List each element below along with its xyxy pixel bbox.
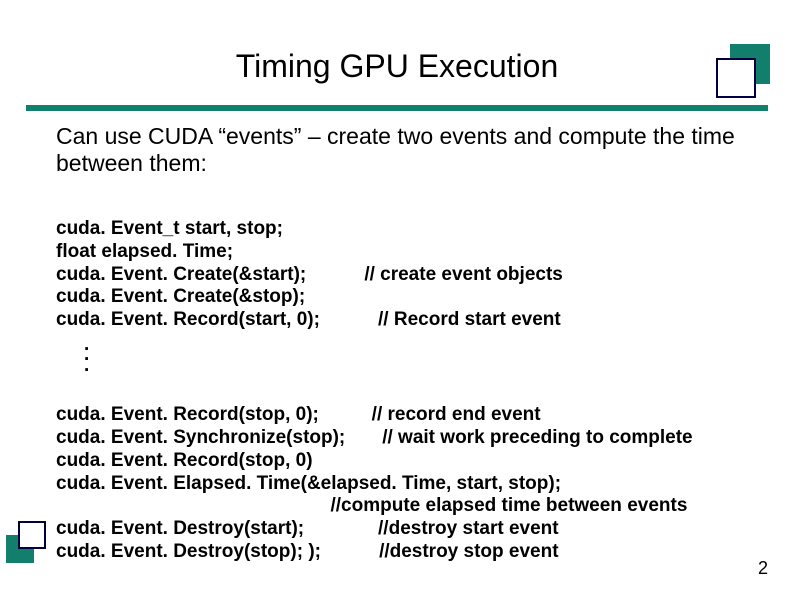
slide-title: Timing GPU Execution — [0, 0, 794, 105]
intro-text: Can use CUDA “events” – create two event… — [56, 123, 766, 177]
code-line: cuda. Event. Record(stop, 0) — [56, 450, 313, 471]
code-line: cuda. Event. Synchronize(stop); — [56, 427, 345, 448]
code-comment: //compute elapsed time between events — [331, 495, 688, 516]
code-line: cuda. Event. Elapsed. Time(&elapsed. Tim… — [56, 473, 561, 494]
vertical-ellipsis: ... — [56, 340, 766, 371]
code-line: cuda. Event. Create(&start); — [56, 264, 306, 285]
code-comment: //destroy stop event — [379, 541, 559, 562]
code-comment: // create event objects — [364, 264, 563, 285]
slide: Timing GPU Execution Can use CUDA “event… — [0, 0, 794, 595]
code-line: cuda. Event. Destroy(stop); ); — [56, 541, 321, 562]
code-line: cuda. Event. Record(stop, 0); — [56, 404, 319, 425]
code-line: cuda. Event. Destroy(start); — [56, 518, 304, 539]
code-block-2: cuda. Event. Record(stop, 0); // record … — [56, 381, 766, 563]
page-number: 2 — [758, 558, 768, 579]
slide-content: Can use CUDA “events” – create two event… — [0, 111, 794, 564]
code-comment: // Record start event — [373, 309, 561, 330]
code-line: cuda. Event. Record(start, 0); — [56, 309, 320, 330]
code-comment: // wait work preceding to complete — [382, 427, 692, 448]
code-line: cuda. Event_t start, stop; — [56, 218, 283, 239]
footer-decoration — [6, 521, 50, 565]
code-comment: // record end event — [372, 404, 541, 425]
title-corner-decoration — [716, 44, 770, 98]
code-line: float elapsed. Time; — [56, 241, 233, 262]
outline-square-icon — [716, 58, 756, 98]
code-block-1: cuda. Event_t start, stop; float elapsed… — [56, 195, 766, 332]
code-comment: //destroy start event — [378, 518, 559, 539]
outline-square-icon — [18, 521, 46, 549]
code-line: cuda. Event. Create(&stop); — [56, 286, 305, 307]
